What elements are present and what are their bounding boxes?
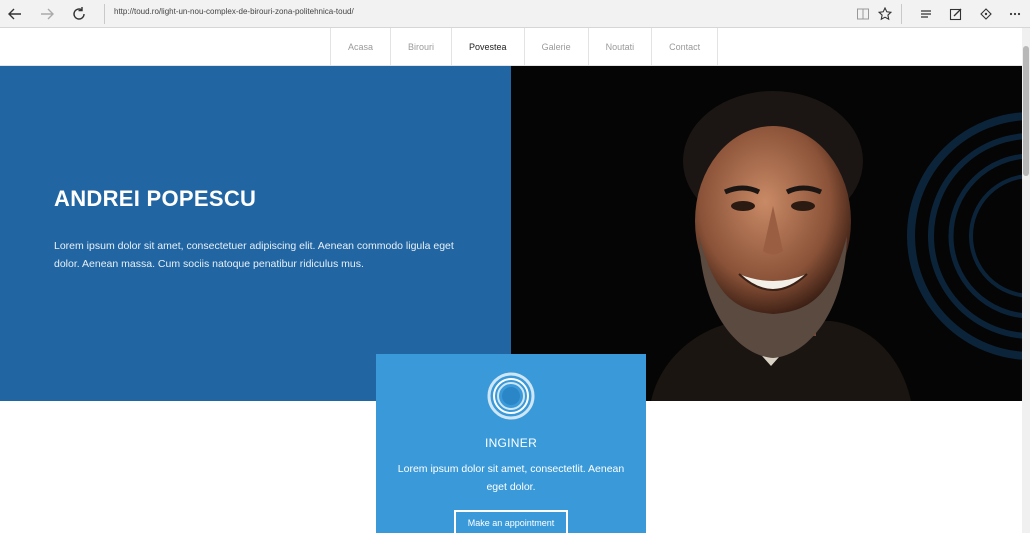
- back-icon[interactable]: [4, 3, 26, 25]
- nav-item-contact[interactable]: Contact: [652, 28, 719, 66]
- nav-menu: Acasa Birouri Povestea Galerie Noutati C…: [330, 28, 719, 66]
- more-icon[interactable]: [1004, 3, 1026, 25]
- nav-item-birouri[interactable]: Birouri: [391, 28, 453, 66]
- appointment-button[interactable]: Make an appointment: [454, 510, 568, 536]
- nav-item-noutati[interactable]: Noutati: [589, 28, 653, 66]
- nav-item-acasa[interactable]: Acasa: [331, 28, 392, 66]
- refresh-icon[interactable]: [68, 3, 90, 25]
- profession-card: INGINER Lorem ipsum dolor sit amet, cons…: [376, 354, 646, 536]
- rings-icon: [487, 372, 535, 420]
- hero-description: Lorem ipsum dolor sit amet, consectetuer…: [54, 240, 454, 270]
- toolbar-divider: [901, 4, 902, 24]
- card-description: Lorem ipsum dolor sit amet, consectetlit…: [397, 463, 625, 493]
- reading-view-icon[interactable]: [852, 3, 874, 25]
- share-icon[interactable]: [975, 3, 997, 25]
- address-bar[interactable]: http://toud.ro/light-un-nou-complex-de-b…: [114, 7, 354, 16]
- favorite-star-icon[interactable]: [874, 3, 896, 25]
- toolbar-divider: [104, 4, 105, 24]
- nav-item-galerie[interactable]: Galerie: [525, 28, 589, 66]
- person-name: ANDREI POPESCU: [54, 186, 257, 211]
- site-navigation: Acasa Birouri Povestea Galerie Noutati C…: [0, 28, 1022, 66]
- portrait-photo: [511, 66, 1022, 401]
- web-note-icon[interactable]: [945, 3, 967, 25]
- hub-icon[interactable]: [915, 3, 937, 25]
- browser-toolbar: http://toud.ro/light-un-nou-complex-de-b…: [0, 0, 1030, 28]
- page-scrollbar[interactable]: [1022, 28, 1030, 533]
- nav-item-povestea[interactable]: Povestea: [452, 28, 525, 66]
- scrollbar-thumb[interactable]: [1023, 46, 1029, 176]
- forward-icon[interactable]: [36, 3, 58, 25]
- hero-section: [0, 66, 511, 401]
- card-title: INGINER: [484, 436, 538, 450]
